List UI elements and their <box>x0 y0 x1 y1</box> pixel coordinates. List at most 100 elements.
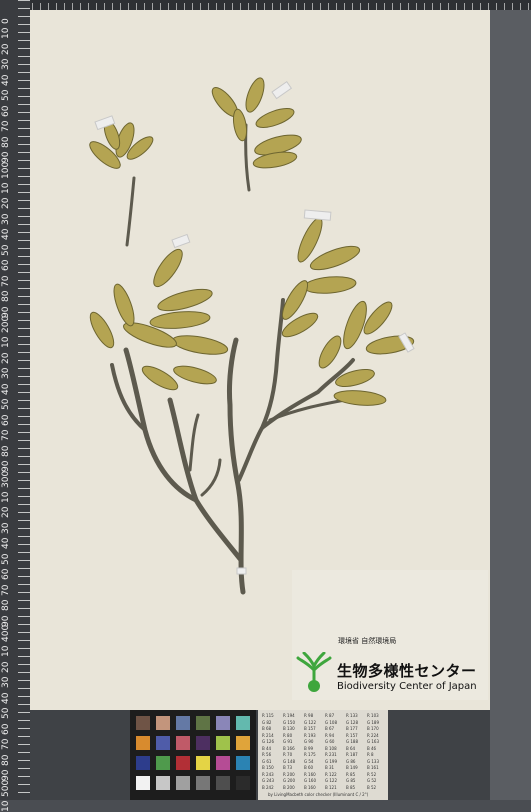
table-cell: B 85 <box>346 784 356 790</box>
table-cell: R 157 <box>346 732 358 738</box>
table-cell: B 150 <box>262 765 274 770</box>
table-cell: B 166 <box>283 745 295 751</box>
table-cell: R 133 <box>346 713 358 718</box>
table-cell: B 99 <box>304 745 314 751</box>
table-cell: B 170 <box>367 726 379 731</box>
color-swatch <box>196 736 210 750</box>
table-cell: R 175 <box>304 752 316 757</box>
color-swatch <box>156 756 170 770</box>
table-cell: B 161 <box>367 765 379 770</box>
table-cell: R 8 <box>367 752 374 757</box>
table-cell: R 200 <box>283 771 295 777</box>
color-swatch <box>216 716 230 730</box>
color-swatch <box>236 756 250 770</box>
table-cell: G 199 <box>325 758 338 764</box>
table-cell: G 91 <box>283 739 293 744</box>
color-swatch <box>136 736 150 750</box>
table-cell: G 128 <box>346 719 359 725</box>
color-swatch <box>156 736 170 750</box>
table-cell: G 148 <box>283 758 296 764</box>
color-swatch <box>136 756 150 770</box>
color-swatch <box>176 736 190 750</box>
table-cell: R 122 <box>325 771 337 777</box>
table-cell: R 94 <box>325 732 335 738</box>
table-cell: B 149 <box>346 765 358 770</box>
table-cell: R 231 <box>325 752 337 757</box>
table-cell: B 130 <box>283 726 295 731</box>
color-checker-swatches <box>130 710 256 800</box>
table-cell: B 177 <box>346 726 358 731</box>
logo-japanese-name: 生物多様性センター <box>337 662 477 680</box>
table-cell: B 242 <box>262 784 274 790</box>
color-value-table: R 115 R 194 R 98 R 87 R 133 R 103 G 82 G 150 G 1… <box>258 710 388 800</box>
color-swatch <box>176 716 190 730</box>
table-cell: R 98 <box>304 713 314 718</box>
table-cell: G 54 <box>304 758 314 764</box>
table-cell: B 121 <box>325 784 337 790</box>
color-swatch <box>136 716 150 730</box>
color-swatch <box>236 776 250 790</box>
herbarium-photo: 0 10 20 30 40 50 60 70 80 90 100 10 20 30 40 50 60 70 80 90… <box>0 0 531 812</box>
color-swatch <box>216 756 230 770</box>
table-cell: R 70 <box>283 752 293 757</box>
color-swatch <box>176 756 190 770</box>
color-swatch <box>156 716 170 730</box>
table-cell: B 160 <box>304 784 316 790</box>
table-cell: G 90 <box>304 739 314 744</box>
table-cell: G 133 <box>367 758 380 764</box>
table-cell: B 68 <box>262 726 272 731</box>
table-cell: G 243 <box>262 778 275 783</box>
logo-small-text: 環境省 自然環境局 <box>338 637 397 645</box>
table-cell: R 160 <box>304 771 316 777</box>
table-cell: R 194 <box>283 713 295 718</box>
table-cell: G 108 <box>325 719 338 725</box>
color-checker-note: by LivingMacbeth color checker (Illumina… <box>268 792 369 797</box>
table-cell: B 52 <box>367 784 377 790</box>
table-cell: R 243 <box>262 771 274 777</box>
table-cell: B 108 <box>325 745 337 751</box>
table-cell: R 87 <box>325 713 335 718</box>
table-cell: G 188 <box>346 739 359 744</box>
color-swatch <box>216 776 230 790</box>
table-cell: R 56 <box>262 752 272 757</box>
table-cell: G 189 <box>367 719 380 725</box>
table-cell: B 67 <box>325 726 335 731</box>
table-cell: G 150 <box>283 719 296 725</box>
logo-english-name: Biodiversity Center of Japan <box>337 681 477 692</box>
table-cell: B 200 <box>283 784 295 790</box>
table-cell: B 60 <box>304 765 314 770</box>
table-cell: R 80 <box>283 732 293 738</box>
table-cell: G 61 <box>262 758 272 764</box>
table-cell: G 86 <box>346 758 356 764</box>
color-swatch <box>136 776 150 790</box>
table-cell: B 157 <box>304 726 316 731</box>
table-cell: G 52 <box>367 778 377 783</box>
table-cell: B 46 <box>367 745 377 751</box>
color-swatch <box>156 776 170 790</box>
table-cell: B 31 <box>325 765 335 770</box>
ruler-label: 10 <box>1 800 11 812</box>
color-swatch <box>216 736 230 750</box>
table-cell: B 44 <box>262 745 272 751</box>
table-cell: G 200 <box>283 778 296 783</box>
table-cell: R 115 <box>262 713 274 718</box>
color-swatch <box>196 716 210 730</box>
table-cell: R 52 <box>367 771 377 777</box>
table-cell: G 163 <box>367 739 380 744</box>
table-cell: G 160 <box>304 778 317 783</box>
table-cell: G 82 <box>262 719 272 725</box>
table-cell: R 224 <box>367 732 379 738</box>
table-cell: R 103 <box>367 713 379 718</box>
plant-logo-icon <box>296 652 332 692</box>
color-swatch <box>236 716 250 730</box>
table-cell: G 126 <box>262 739 275 744</box>
color-swatch <box>176 776 190 790</box>
table-cell: R 85 <box>346 771 356 777</box>
table-cell: B 64 <box>346 745 356 751</box>
color-swatch <box>236 736 250 750</box>
table-cell: B 73 <box>283 765 293 770</box>
color-swatch <box>196 776 210 790</box>
color-swatch <box>196 756 210 770</box>
table-cell: G 60 <box>325 739 335 744</box>
table-cell: R 193 <box>304 732 316 738</box>
